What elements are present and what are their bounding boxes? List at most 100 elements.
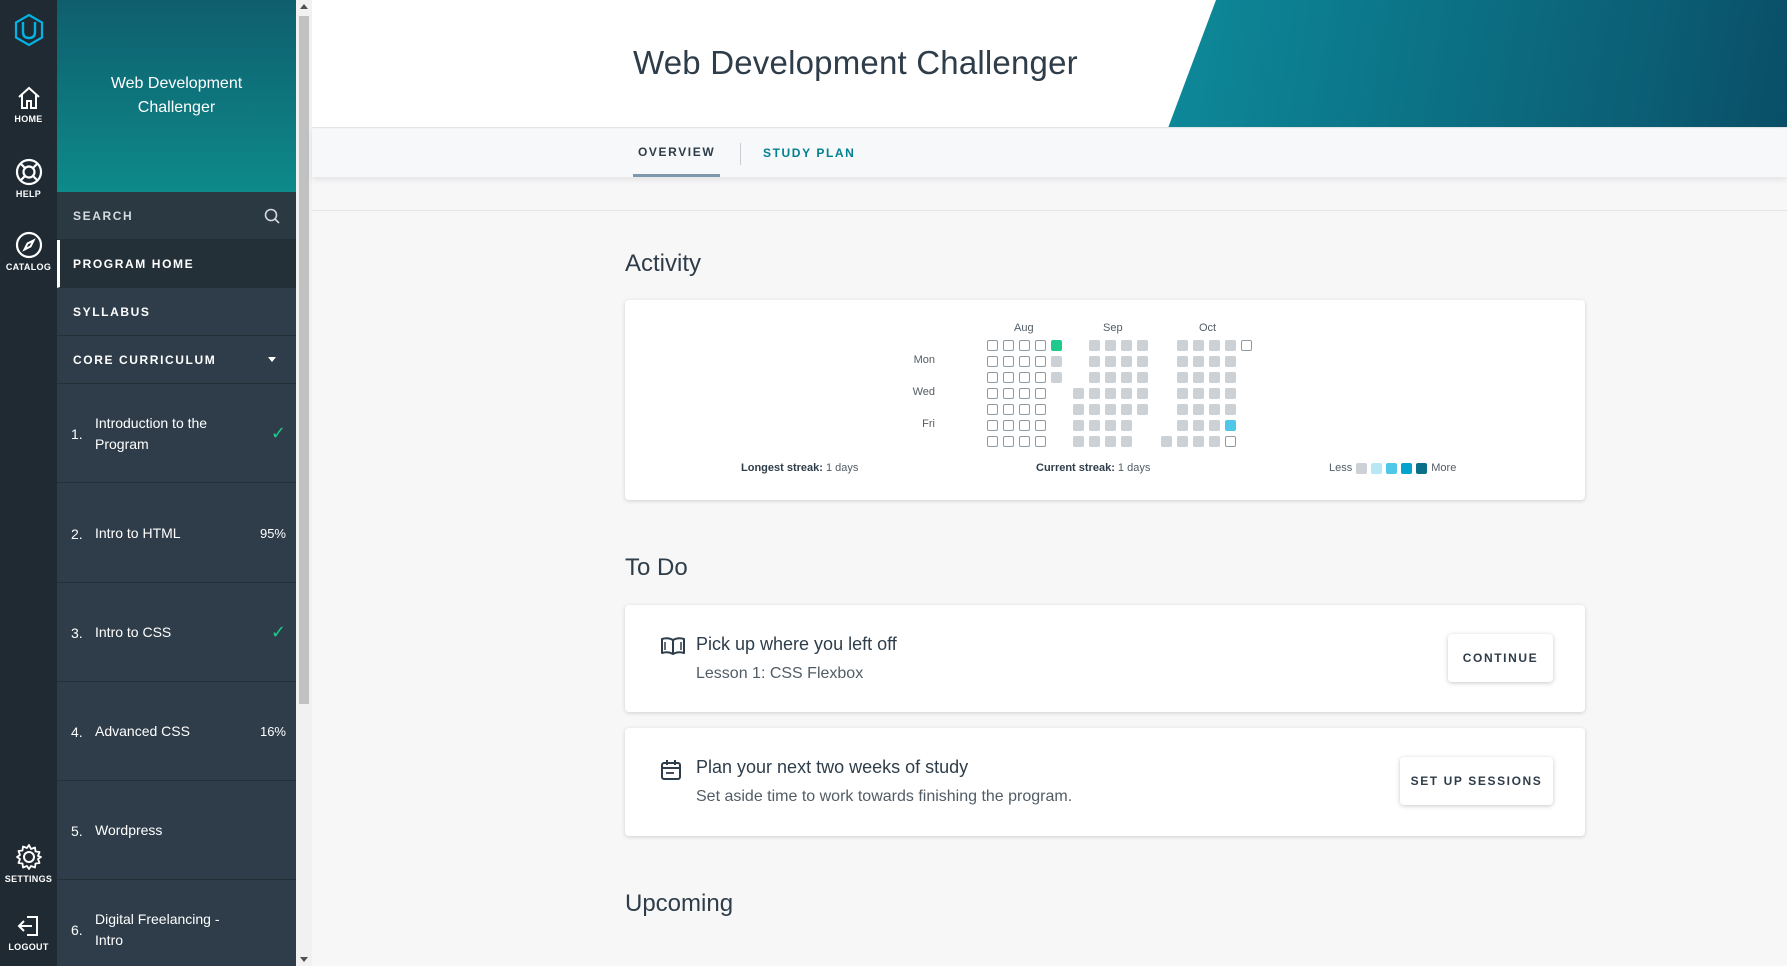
lesson-name: Digital Freelancing - Intro — [95, 910, 220, 948]
activity-day-cell — [1003, 340, 1014, 351]
home-icon — [17, 86, 40, 109]
lesson-item[interactable]: 3. Intro to CSS ✓ — [57, 583, 296, 682]
gear-icon — [15, 844, 42, 870]
legend-swatch — [1356, 462, 1368, 474]
activity-day-cell — [1089, 420, 1100, 431]
activity-day-cell — [1089, 436, 1100, 447]
rail-help-label: HELP — [15, 189, 42, 199]
rail-settings[interactable]: SETTINGS — [0, 842, 57, 884]
lesson-item[interactable]: 4. Advanced CSS 16% — [57, 682, 296, 781]
rail-help[interactable]: HELP — [0, 157, 57, 199]
month-label: Oct — [1199, 322, 1217, 334]
month-label: Sep — [1103, 322, 1123, 334]
tab-divider — [740, 143, 741, 165]
activity-day-cell — [1137, 356, 1148, 367]
udacity-logo-icon[interactable] — [11, 12, 47, 48]
rail-settings-label: SETTINGS — [4, 874, 53, 884]
sidebar-item-syllabus[interactable]: SYLLABUS — [57, 288, 296, 336]
activity-day-cell — [1193, 420, 1204, 431]
activity-day-cell — [1035, 404, 1046, 415]
legend-more: More — [1431, 462, 1457, 474]
activity-day-cell — [1019, 388, 1030, 399]
sidebar-header: Web Development Challenger — [57, 0, 296, 192]
activity-day-cell — [1105, 436, 1116, 447]
lesson-number: 4. — [71, 723, 83, 740]
sidebar-item-label: SYLLABUS — [73, 304, 151, 319]
lesson-item[interactable]: 1. Introduction to the Program ✓ — [57, 384, 296, 483]
scroll-down-arrow-icon[interactable] — [300, 957, 308, 962]
activity-day-cell — [1193, 404, 1204, 415]
lesson-item[interactable]: 5. Wordpress — [57, 781, 296, 880]
rail-home[interactable]: HOME — [0, 84, 57, 124]
activity-day-cell — [987, 340, 998, 351]
continue-button[interactable]: CONTINUE — [1448, 634, 1553, 682]
lesson-number: 5. — [71, 822, 83, 839]
activity-day-cell — [1035, 356, 1046, 367]
activity-day-cell — [1121, 340, 1132, 351]
app-root: HOME HELP CATALOG SETTINGS LOGOUT Web De… — [0, 0, 1787, 966]
activity-day-cell — [1177, 404, 1188, 415]
day-label: Wed — [912, 386, 935, 398]
scrollbar-thumb[interactable] — [299, 16, 309, 704]
activity-day-cell — [1035, 388, 1046, 399]
upcoming-heading: Upcoming — [625, 890, 734, 917]
lesson-item[interactable]: 2. Intro to HTML 95% — [57, 484, 296, 583]
legend-swatch — [1401, 462, 1413, 474]
day-label: Fri — [922, 418, 935, 430]
activity-day-cell — [1193, 436, 1204, 447]
activity-day-cell — [1225, 436, 1236, 447]
logout-icon — [17, 916, 38, 936]
lesson-item[interactable]: 6. Digital Freelancing - Intro — [57, 880, 296, 966]
activity-day-cell — [987, 436, 998, 447]
lesson-number: 6. — [71, 921, 83, 938]
activity-day-cell — [1209, 356, 1220, 367]
activity-day-cell — [1105, 404, 1116, 415]
header-banner — [1168, 0, 1787, 127]
activity-day-cell — [987, 372, 998, 383]
activity-day-cell — [1225, 356, 1236, 367]
activity-day-cell — [1177, 356, 1188, 367]
sidebar-item-label: PROGRAM HOME — [73, 256, 195, 271]
lesson-name: Intro to CSS — [95, 624, 172, 640]
activity-day-cell — [1121, 404, 1132, 415]
activity-day-cell — [1035, 420, 1046, 431]
sidebar-item-program-home[interactable]: PROGRAM HOME — [57, 240, 296, 288]
activity-day-cell — [1177, 372, 1188, 383]
sidebar-search[interactable]: SEARCH — [57, 192, 296, 240]
activity-day-cell — [1019, 372, 1030, 383]
tab-study-plan[interactable]: STUDY PLAN — [763, 129, 855, 177]
search-icon — [264, 208, 280, 224]
sidebar-scrollbar[interactable] — [296, 0, 312, 966]
tab-overview[interactable]: OVERVIEW — [633, 129, 721, 177]
set-up-sessions-button[interactable]: SET UP SESSIONS — [1400, 757, 1553, 805]
current-streak-label: Current streak: — [1036, 462, 1115, 474]
sidebar-item-core-curriculum[interactable]: CORE CURRICULUM — [57, 336, 296, 384]
activity-day-cell — [1073, 420, 1084, 431]
book-icon — [661, 637, 685, 655]
activity-day-cell — [1089, 372, 1100, 383]
activity-day-cell — [1177, 436, 1188, 447]
activity-day-cell — [1241, 340, 1252, 351]
activity-day-cell — [1193, 388, 1204, 399]
activity-day-cell — [1105, 340, 1116, 351]
activity-day-cell — [1051, 372, 1062, 383]
activity-day-cell — [1003, 436, 1014, 447]
todo-heading: To Do — [625, 554, 688, 581]
activity-day-cell — [1019, 340, 1030, 351]
sidebar-item-label: CORE CURRICULUM — [73, 352, 217, 367]
todo-subtitle: Lesson 1: CSS Flexbox — [696, 665, 864, 682]
rail-catalog[interactable]: CATALOG — [0, 230, 57, 272]
activity-day-cell — [1121, 356, 1132, 367]
sidebar-search-label: SEARCH — [73, 208, 134, 223]
activity-day-cell — [1225, 388, 1236, 399]
activity-day-cell — [1105, 420, 1116, 431]
lesson-name: Intro to HTML — [95, 525, 181, 541]
activity-day-cell — [1121, 388, 1132, 399]
sidebar-program-title: Web Development Challenger — [110, 75, 243, 116]
activity-day-cell — [1137, 340, 1148, 351]
activity-day-cell — [1051, 340, 1062, 351]
activity-day-cell — [1089, 356, 1100, 367]
lesson-name: Advanced CSS — [95, 723, 190, 739]
scroll-up-arrow-icon[interactable] — [300, 4, 308, 9]
rail-logout[interactable]: LOGOUT — [0, 912, 57, 952]
